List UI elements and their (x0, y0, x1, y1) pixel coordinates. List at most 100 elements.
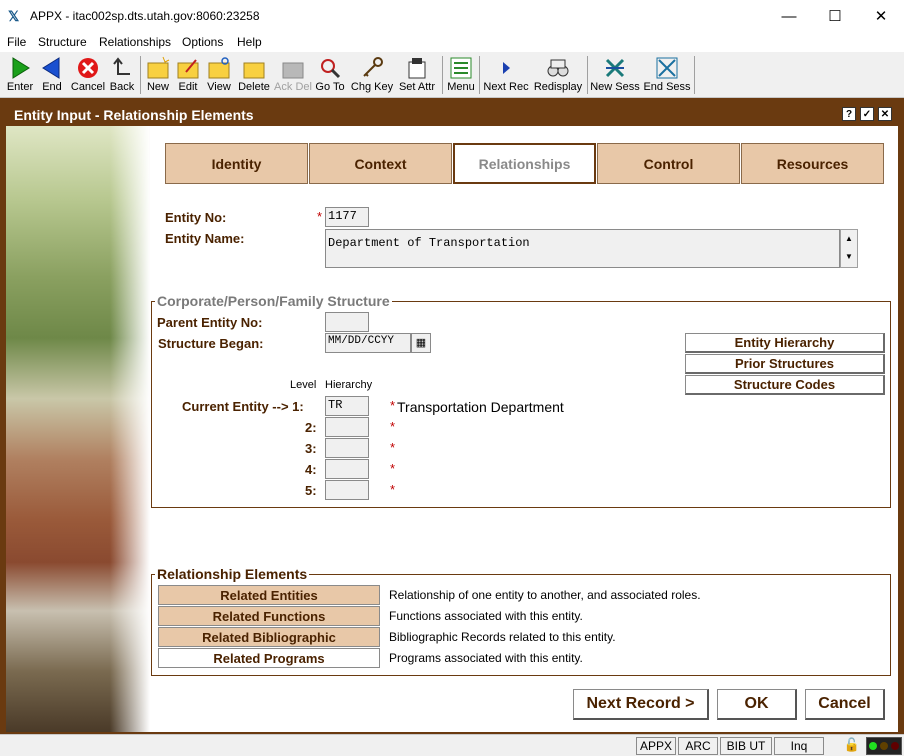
level-4-label: 4: (305, 462, 317, 477)
tab-control[interactable]: Control (597, 143, 740, 184)
toolbar: Enter End Cancel Back New Edit View Dele… (0, 52, 904, 98)
enter-button[interactable]: Enter (4, 54, 36, 96)
goto-button[interactable]: Go To (314, 54, 346, 96)
required-marker: * (390, 398, 396, 413)
entity-hierarchy-button[interactable]: Entity Hierarchy (685, 333, 885, 353)
related-functions-desc: Functions associated with this entity. (389, 609, 583, 623)
menu-file[interactable]: File (7, 35, 26, 49)
parent-entity-label: Parent Entity No: (157, 315, 263, 330)
set-attr-button[interactable]: Set Attr (396, 54, 438, 96)
related-programs-desc: Programs associated with this entity. (389, 651, 583, 665)
new-folder-icon (147, 56, 170, 79)
edit-button[interactable]: Edit (174, 54, 202, 96)
structure-codes-button[interactable]: Structure Codes (685, 375, 885, 395)
tab-identity[interactable]: Identity (165, 143, 308, 184)
view-button[interactable]: View (205, 54, 233, 96)
scrollbar[interactable]: ▲ ▼ (840, 229, 858, 268)
new-button[interactable]: New (144, 54, 172, 96)
end-button[interactable]: End (38, 54, 66, 96)
required-marker: * (390, 482, 396, 497)
level-5-label: 5: (305, 483, 317, 498)
next-arrow-icon (503, 62, 510, 74)
scroll-down-icon: ▼ (845, 252, 853, 261)
entity-no-field[interactable]: 1177 (325, 207, 369, 227)
entity-no-label: Entity No: (165, 210, 227, 225)
level-2-field[interactable] (325, 417, 369, 437)
ack-del-button[interactable]: Ack Del (274, 54, 312, 96)
related-programs-button[interactable]: Related Programs (158, 648, 380, 668)
redisplay-button[interactable]: Redisplay (533, 54, 583, 96)
menu-button[interactable]: Menu (446, 54, 476, 96)
level-2-label: 2: (305, 420, 317, 435)
menu-options[interactable]: Options (182, 35, 223, 49)
relationship-group-title: Relationship Elements (155, 566, 310, 582)
delete-folder-icon (243, 62, 265, 79)
menu-structure[interactable]: Structure (38, 35, 87, 49)
menu-relationships[interactable]: Relationships (99, 35, 171, 49)
parent-entity-field[interactable] (325, 312, 369, 332)
edit-folder-icon (177, 59, 199, 79)
lock-icon: 🔓 (843, 737, 861, 752)
tab-resources[interactable]: Resources (741, 143, 884, 184)
calendar-icon[interactable]: ▦ (411, 333, 431, 353)
next-rec-button[interactable]: Next Rec (482, 54, 530, 96)
help-button[interactable]: ? (842, 107, 856, 121)
view-folder-icon (208, 57, 230, 79)
back-arrow-icon (42, 57, 60, 79)
prior-structures-button[interactable]: Prior Structures (685, 354, 885, 374)
confirm-button[interactable]: ✓ (860, 107, 874, 121)
close-pane-button[interactable]: ✕ (878, 107, 892, 121)
level-3-field[interactable] (325, 438, 369, 458)
return-icon (113, 57, 130, 75)
level-header: Level (290, 379, 317, 391)
level-1-field[interactable]: TR (325, 396, 369, 416)
level-5-field[interactable] (325, 480, 369, 500)
required-marker: * (390, 419, 396, 434)
chg-key-button[interactable]: Chg Key (350, 54, 394, 96)
required-marker: * (317, 209, 323, 224)
level-1-description: Transportation Department (397, 399, 564, 415)
tab-context[interactable]: Context (309, 143, 452, 184)
cancel-icon (78, 58, 98, 78)
status-mode: Inq (774, 737, 824, 755)
tab-relationships[interactable]: Relationships (453, 143, 596, 184)
structure-began-field[interactable]: MM/DD/CCYY (325, 333, 411, 353)
cancel-action-button[interactable]: Cancel (805, 689, 885, 720)
related-functions-button[interactable]: Related Functions (158, 606, 380, 626)
end-session-icon (656, 57, 678, 79)
related-entities-desc: Relationship of one entity to another, a… (389, 588, 701, 602)
structure-began-label: Structure Began: (158, 336, 264, 351)
ok-button[interactable]: OK (717, 689, 797, 720)
maximize-button[interactable]: ☐ (812, 0, 858, 32)
required-marker: * (390, 440, 396, 455)
red-light-icon (891, 742, 900, 750)
status-arc: ARC (678, 737, 718, 755)
close-window-button[interactable]: ✕ (858, 0, 904, 32)
next-record-button[interactable]: Next Record > (573, 689, 709, 720)
green-light-icon (868, 742, 877, 750)
level-3-label: 3: (305, 441, 317, 456)
menu-help[interactable]: Help (237, 35, 262, 49)
scroll-up-icon: ▲ (845, 234, 853, 243)
related-entities-button[interactable]: Related Entities (158, 585, 380, 605)
current-entity-label: Current Entity --> 1: (182, 399, 304, 414)
related-bibliographic-button[interactable]: Related Bibliographic (158, 627, 380, 647)
delete-button[interactable]: Delete (236, 54, 272, 96)
entity-name-field[interactable]: Department of Transportation (325, 229, 840, 268)
menu-bar: File Structure Relationships Options Hel… (0, 32, 904, 52)
cancel-button[interactable]: Cancel (70, 54, 106, 96)
level-4-field[interactable] (325, 459, 369, 479)
entity-name-label: Entity Name: (165, 231, 245, 246)
minimize-button[interactable]: — (766, 0, 812, 32)
structure-group-title: Corporate/Person/Family Structure (155, 293, 392, 309)
new-sess-button[interactable]: New Sess (590, 54, 640, 96)
status-bib: BIB UT (720, 737, 772, 755)
status-appx: APPX (636, 737, 676, 755)
appx-logo-icon: 𝕏 (8, 8, 20, 24)
amber-light-icon (879, 742, 888, 750)
back-button[interactable]: Back (108, 54, 136, 96)
end-sess-button[interactable]: End Sess (643, 54, 691, 96)
attribute-icon (408, 58, 426, 79)
binoculars-icon (547, 59, 569, 77)
hierarchy-header: Hierarchy (325, 379, 373, 391)
